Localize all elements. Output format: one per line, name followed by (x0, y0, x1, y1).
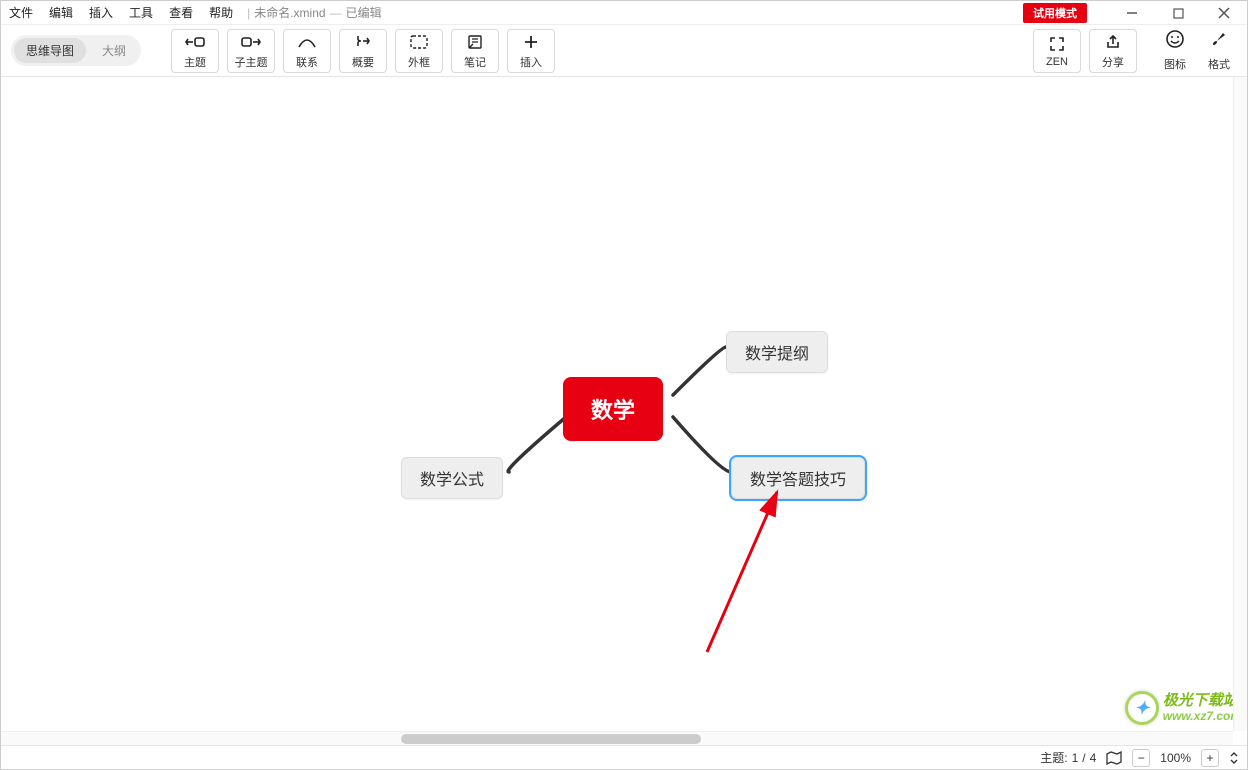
insert-button[interactable]: 插入 (507, 29, 555, 73)
vertical-scrollbar[interactable] (1233, 77, 1247, 731)
menu-help[interactable]: 帮助 (201, 1, 241, 25)
icons-panel-button[interactable]: 图标 (1157, 29, 1193, 72)
toolbar-right-group: ZEN 分享 (1033, 29, 1137, 73)
topic-left[interactable]: 数学公式 (401, 457, 503, 499)
horizontal-scrollbar-thumb[interactable] (401, 734, 701, 744)
subtopic-label: 子主题 (235, 54, 268, 70)
topic-icon (185, 32, 205, 52)
topic-counter-sep: / (1082, 751, 1085, 765)
watermark: ✦ 极光下载站 www.xz7.com (1125, 691, 1241, 725)
format-panel-button[interactable]: 格式 (1201, 29, 1237, 72)
trial-mode-badge[interactable]: 试用模式 (1023, 3, 1087, 23)
close-icon (1218, 7, 1230, 19)
zen-button[interactable]: ZEN (1033, 29, 1081, 73)
menu-insert[interactable]: 插入 (81, 1, 121, 25)
statusbar: 主题: 1 / 4 − 100% + (1, 745, 1247, 769)
zen-label: ZEN (1046, 56, 1068, 68)
document-filename: 未命名.xmind (254, 4, 325, 21)
topic-counter-total: 4 (1090, 751, 1097, 765)
boundary-button[interactable]: 外框 (395, 29, 443, 73)
maximize-button[interactable] (1155, 1, 1201, 25)
relationship-icon (297, 32, 317, 52)
zen-icon (1049, 34, 1065, 54)
map-overview-button[interactable] (1106, 751, 1122, 765)
brush-icon (1209, 29, 1229, 54)
smile-icon (1165, 29, 1185, 54)
annotation-arrow (687, 482, 797, 662)
map-icon (1106, 751, 1122, 765)
insert-label: 插入 (520, 54, 542, 70)
side-panel-toggles: 图标 格式 (1157, 29, 1237, 72)
chevron-updown-icon (1229, 751, 1239, 765)
tab-outline[interactable]: 大纲 (90, 38, 138, 63)
topic-counter-label: 主题: (1040, 749, 1067, 766)
summary-button[interactable]: 概要 (339, 29, 387, 73)
note-icon (467, 32, 483, 52)
canvas-area[interactable]: 数学 数学公式 数学提纲 数学答题技巧 ✦ 极光下载站 www.xz7.com (1, 77, 1247, 745)
boundary-icon (410, 32, 428, 52)
app-window: 文件 编辑 插入 工具 查看 帮助 | 未命名.xmind — 已编辑 试用模式… (0, 0, 1248, 770)
menu-view[interactable]: 查看 (161, 1, 201, 25)
relationship-button[interactable]: 联系 (283, 29, 331, 73)
zoom-value: 100% (1160, 751, 1191, 765)
summary-icon (355, 32, 371, 52)
maximize-icon (1173, 8, 1184, 19)
topic-top-right[interactable]: 数学提纲 (726, 331, 828, 373)
zoom-out-button[interactable]: − (1132, 749, 1150, 767)
share-label: 分享 (1102, 54, 1124, 70)
zoom-dropdown[interactable] (1229, 751, 1239, 765)
view-switch: 思维导图 大纲 (11, 35, 141, 66)
mindmap-canvas[interactable]: 数学 数学公式 数学提纲 数学答题技巧 ✦ 极光下载站 www.xz7.com (1, 77, 1247, 745)
watermark-url: www.xz7.com (1163, 710, 1241, 723)
format-panel-label: 格式 (1208, 56, 1230, 72)
close-button[interactable] (1201, 1, 1247, 25)
menubar: 文件 编辑 插入 工具 查看 帮助 | 未命名.xmind — 已编辑 试用模式 (1, 1, 1247, 25)
central-topic[interactable]: 数学 (563, 377, 663, 441)
watermark-brand: 极光下载站 (1163, 693, 1241, 710)
relationship-label: 联系 (296, 54, 318, 70)
subtopic-icon (241, 32, 261, 52)
document-status: 已编辑 (346, 4, 382, 21)
menu-file[interactable]: 文件 (1, 1, 41, 25)
tab-mindmap[interactable]: 思维导图 (14, 38, 86, 63)
topic-counter-current: 1 (1072, 751, 1079, 765)
toolbar: 思维导图 大纲 主题 子主题 联系 (1, 25, 1247, 77)
window-controls (1109, 1, 1247, 25)
summary-label: 概要 (352, 54, 374, 70)
horizontal-scrollbar[interactable] (1, 731, 1233, 745)
topic-label: 主题 (184, 54, 206, 70)
minimize-icon (1126, 7, 1138, 19)
toolbar-main-group: 主题 子主题 联系 概要 (171, 29, 555, 73)
topic-button[interactable]: 主题 (171, 29, 219, 73)
document-title: | 未命名.xmind — 已编辑 (247, 4, 382, 21)
boundary-label: 外框 (408, 54, 430, 70)
share-button[interactable]: 分享 (1089, 29, 1137, 73)
menu-tools[interactable]: 工具 (121, 1, 161, 25)
watermark-logo-icon: ✦ (1125, 691, 1159, 725)
note-button[interactable]: 笔记 (451, 29, 499, 73)
share-icon (1105, 32, 1121, 52)
topic-counter: 主题: 1 / 4 (1040, 749, 1096, 766)
minimize-button[interactable] (1109, 1, 1155, 25)
icons-panel-label: 图标 (1164, 56, 1186, 72)
menu-edit[interactable]: 编辑 (41, 1, 81, 25)
note-label: 笔记 (464, 54, 486, 70)
subtopic-button[interactable]: 子主题 (227, 29, 275, 73)
plus-icon (523, 32, 539, 52)
zoom-in-button[interactable]: + (1201, 749, 1219, 767)
